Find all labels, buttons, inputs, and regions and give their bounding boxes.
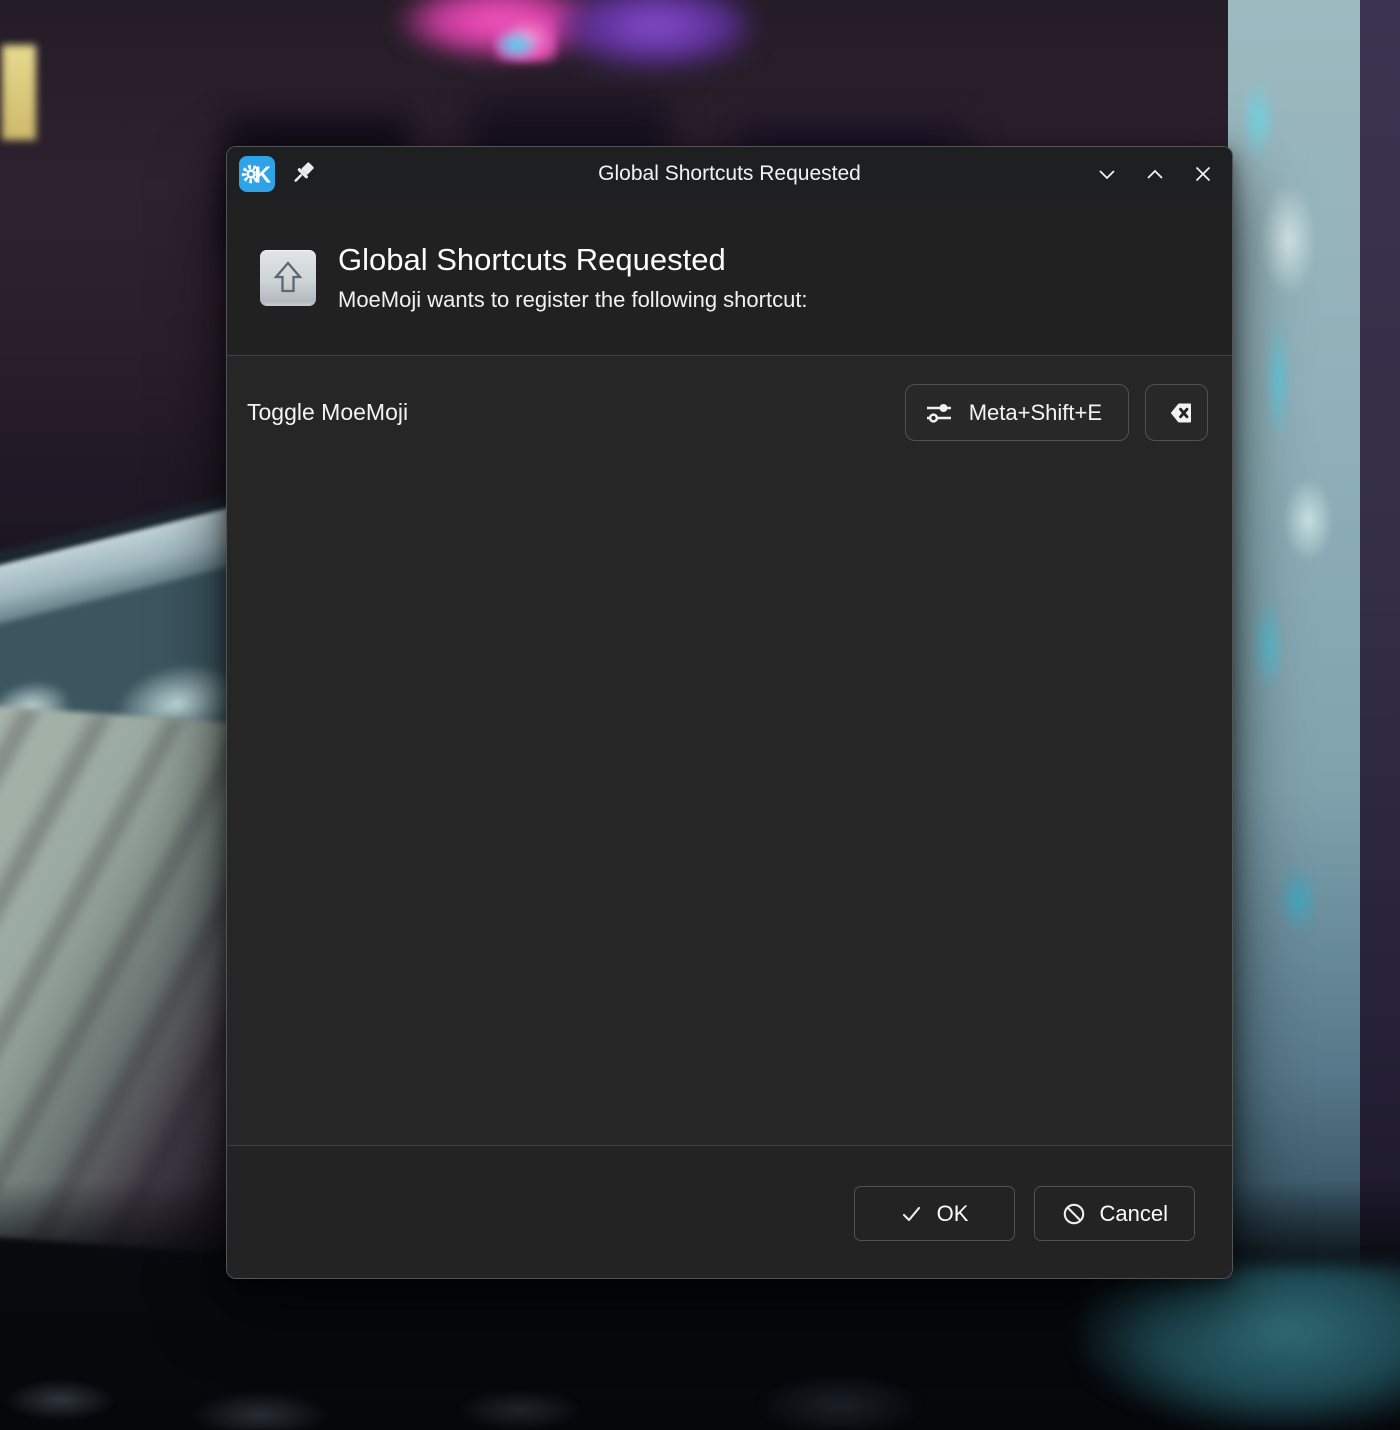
close-icon	[1187, 158, 1219, 190]
clear-shortcut-button[interactable]	[1145, 384, 1208, 441]
prohibition-icon	[1061, 1201, 1087, 1227]
dialog-header: Global Shortcuts Requested MoeMoji wants…	[227, 200, 1232, 355]
shift-key-icon	[260, 250, 316, 306]
shortcut-button-label: Meta+Shift+E	[969, 400, 1102, 426]
sliders-icon	[924, 398, 954, 428]
chevron-down-icon	[1091, 158, 1123, 190]
kde-logo-icon[interactable]: K	[239, 156, 275, 192]
maximize-button[interactable]	[1138, 157, 1172, 191]
pin-icon	[289, 159, 319, 189]
dialog-heading: Global Shortcuts Requested	[338, 242, 808, 278]
global-shortcuts-dialog: K Global Shortcuts Requested	[226, 146, 1233, 1279]
dialog-footer: OK Cancel	[227, 1146, 1232, 1278]
check-icon	[900, 1202, 924, 1226]
titlebar[interactable]: K Global Shortcuts Requested	[227, 147, 1232, 200]
svg-text:K: K	[255, 161, 272, 187]
shortcut-action-label: Toggle MoeMoji	[247, 399, 905, 426]
wallpaper-neon-cyan	[492, 28, 540, 62]
wallpaper-neon-purple	[558, 0, 753, 68]
dialog-content: Toggle MoeMoji Meta+Shift+E	[227, 356, 1232, 1145]
chevron-up-icon	[1139, 158, 1171, 190]
minimize-button[interactable]	[1090, 157, 1124, 191]
ok-button-label: OK	[937, 1201, 969, 1227]
wallpaper-lit-window	[2, 45, 36, 140]
backspace-icon	[1160, 398, 1194, 428]
cancel-button-label: Cancel	[1100, 1201, 1168, 1227]
close-button[interactable]	[1186, 157, 1220, 191]
dialog-subtitle: MoeMoji wants to register the following …	[338, 287, 808, 313]
wallpaper-rubble	[0, 1310, 1400, 1430]
pin-button[interactable]	[287, 157, 321, 191]
cancel-button[interactable]: Cancel	[1034, 1186, 1195, 1241]
shortcut-button[interactable]: Meta+Shift+E	[905, 384, 1129, 441]
shortcut-row: Toggle MoeMoji Meta+Shift+E	[247, 384, 1208, 441]
header-text: Global Shortcuts Requested MoeMoji wants…	[338, 242, 808, 313]
window-title: Global Shortcuts Requested	[227, 162, 1232, 186]
ok-button[interactable]: OK	[854, 1186, 1015, 1241]
